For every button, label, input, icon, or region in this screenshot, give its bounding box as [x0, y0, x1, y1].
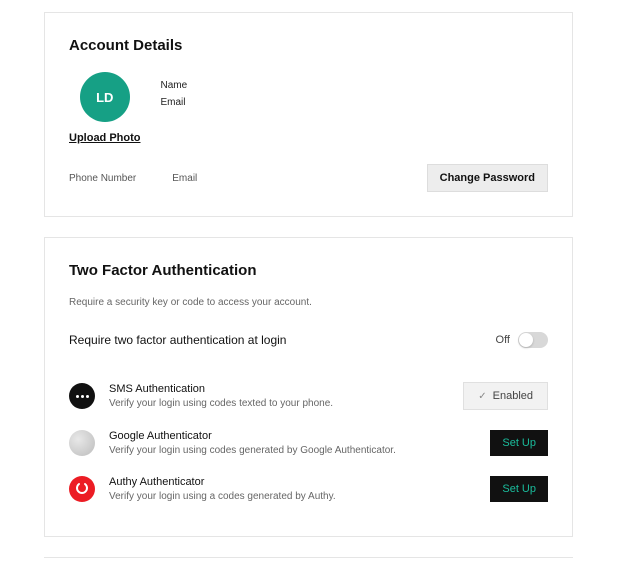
two-factor-title: Two Factor Authentication [69, 262, 548, 279]
method-row-authy: Authy Authenticator Verify your login us… [69, 466, 548, 512]
method-desc-sms: Verify your login using codes texted to … [109, 398, 449, 409]
fields-row: Phone Number Email Change Password [69, 164, 548, 192]
change-password-button[interactable]: Change Password [427, 164, 548, 192]
email-field-label: Email [172, 173, 197, 184]
avatar: LD [80, 72, 130, 122]
authy-icon [69, 476, 95, 502]
method-name-sms: SMS Authentication [109, 383, 449, 395]
bottom-divider [44, 557, 573, 558]
phone-field-label: Phone Number [69, 173, 136, 184]
method-row-sms: SMS Authentication Verify your login usi… [69, 372, 548, 420]
check-icon: ✓ [478, 391, 486, 402]
sms-enabled-badge: ✓ Enabled [463, 382, 548, 410]
email-label: Email [161, 97, 188, 108]
require-2fa-row: Require two factor authentication at log… [69, 332, 548, 348]
method-name-authy: Authy Authenticator [109, 476, 476, 488]
require-2fa-toggle[interactable] [518, 332, 548, 348]
sms-icon [69, 383, 95, 409]
method-desc-google: Verify your login using codes generated … [109, 445, 476, 456]
method-desc-authy: Verify your login using a codes generate… [109, 491, 476, 502]
method-row-google: Google Authenticator Verify your login u… [69, 420, 548, 466]
toggle-state-text: Off [496, 334, 510, 346]
two-factor-card: Two Factor Authentication Require a secu… [44, 237, 573, 537]
google-authenticator-icon [69, 430, 95, 456]
method-name-google: Google Authenticator [109, 430, 476, 442]
require-2fa-label: Require two factor authentication at log… [69, 333, 286, 347]
name-email-block: Name Email [161, 72, 188, 108]
account-details-title: Account Details [69, 37, 548, 54]
account-details-card: Account Details LD Upload Photo Name Ema… [44, 12, 573, 217]
avatar-initials: LD [96, 90, 113, 105]
profile-row: LD Upload Photo Name Email [69, 72, 548, 144]
avatar-column: LD Upload Photo [69, 72, 141, 144]
enabled-label: Enabled [493, 390, 533, 402]
google-setup-button[interactable]: Set Up [490, 430, 548, 456]
name-label: Name [161, 80, 188, 91]
upload-photo-link[interactable]: Upload Photo [69, 132, 141, 144]
authy-swirl-icon [74, 481, 90, 497]
toggle-knob [519, 333, 533, 347]
authy-setup-button[interactable]: Set Up [490, 476, 548, 502]
two-factor-subtitle: Require a security key or code to access… [69, 297, 548, 308]
